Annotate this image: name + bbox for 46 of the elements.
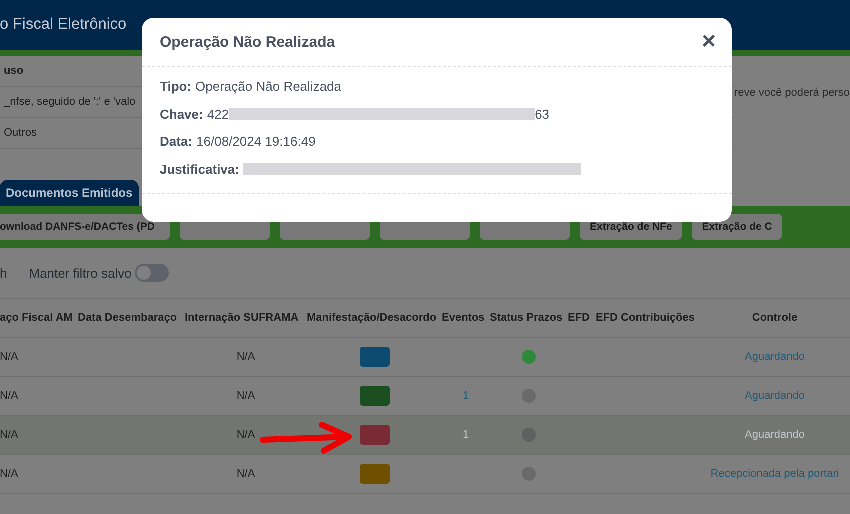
info-text: uso [3, 65, 24, 77]
toggle-switch[interactable] [134, 264, 169, 282]
column-header: Data Desembaraço [78, 312, 178, 324]
column-header: Controle [751, 312, 799, 324]
tab[interactable]: Documentos Emitidos [0, 180, 139, 206]
column-header: EFD Contribuições [596, 312, 696, 324]
filter-text: h [0, 266, 8, 280]
manifestation-swatch[interactable] [360, 347, 390, 367]
info-text: _nfse, seguido de ':' e 'valo [2, 96, 136, 108]
control-link[interactable]: Aguardando [745, 429, 805, 441]
manifestation-swatch[interactable] [360, 464, 390, 484]
table-cell: N/A [236, 429, 256, 441]
column-header: Eventos [442, 312, 486, 324]
table-cell: N/A [0, 429, 18, 441]
field-value: 422 [207, 106, 230, 122]
manifestation-swatch[interactable] [360, 425, 390, 445]
field-label: Tipo: [160, 79, 192, 94]
table-cell: N/A [0, 390, 18, 402]
manifestation-swatch[interactable] [360, 386, 390, 406]
column-header: Manifestação/Desacordo [307, 312, 438, 324]
table-row[interactable]: N/A N/A 1 Aguardando [0, 416, 850, 455]
table-cell: N/A [0, 468, 18, 480]
column-header: Status Prazos [490, 312, 564, 324]
field-value: Operação Não Realizada [196, 79, 342, 94]
field-value: 63 [535, 106, 550, 122]
close-button[interactable]: × [702, 30, 716, 54]
field-label: Chave: [160, 106, 204, 122]
table-cell: N/A [236, 390, 256, 402]
field-label: Data: [160, 134, 193, 150]
table-row[interactable]: N/A N/A Aguardando [0, 338, 850, 377]
table-row[interactable]: N/A N/A Recepcionada pela portari [0, 455, 850, 494]
dialog-title: Operação Não Realizada [160, 34, 336, 50]
toolbar-button[interactable]: ownload DANFS-e/DACTes (PD [0, 214, 170, 240]
field-value: 16/08/2024 19:16:49 [196, 134, 316, 150]
field-label: Justificativa: [160, 162, 240, 177]
column-header: EFD [568, 312, 591, 324]
column-header: Internação SUFRAMA [185, 312, 300, 324]
table-cell: N/A [236, 351, 256, 363]
info-text: Outros [3, 127, 38, 139]
events-link[interactable]: 1 [462, 429, 470, 441]
table-cell: N/A [0, 351, 18, 363]
info-text: reve você poderá perso [734, 87, 850, 99]
toggle-label: Manter filtro salvo [29, 266, 132, 280]
app-title: o Fiscal Eletrônico [0, 16, 127, 34]
table-cell: N/A [236, 468, 256, 480]
column-header: aço Fiscal AM [0, 312, 74, 324]
